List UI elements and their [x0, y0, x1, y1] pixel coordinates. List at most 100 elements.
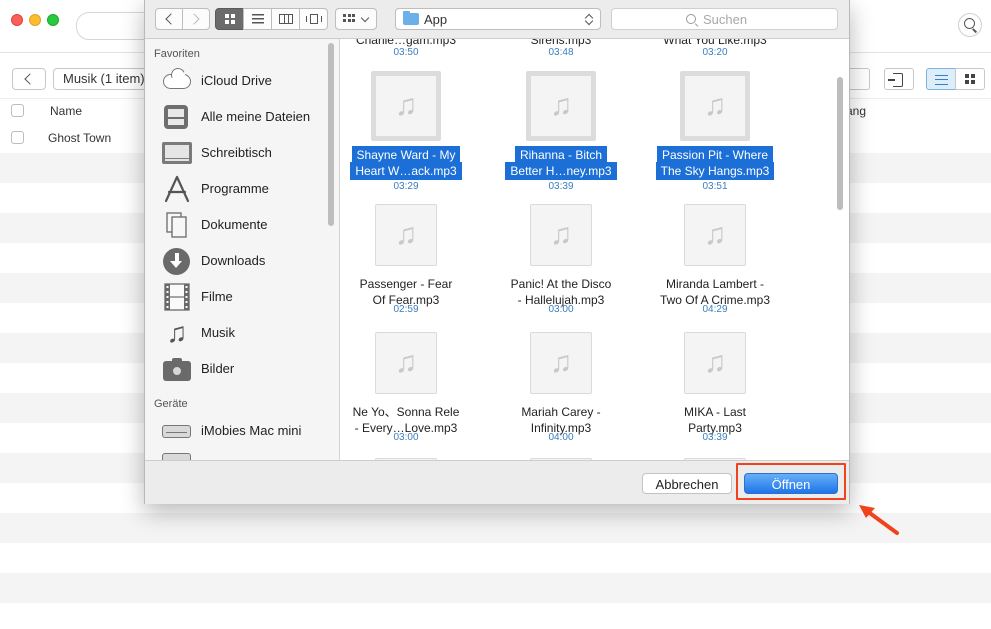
chevron-down-icon	[360, 13, 370, 23]
music-note-icon: ♫	[549, 89, 573, 122]
file-item-partial[interactable]: Charlie…gam.mp3 03:50	[340, 39, 476, 63]
file-duration: 03:20	[702, 47, 728, 58]
window-close-button[interactable]	[11, 14, 23, 26]
sidebar-item-music[interactable]: ♫ Musik	[161, 318, 331, 348]
sidebar-item-applications[interactable]: Programme	[161, 174, 331, 204]
app-back-button[interactable]	[12, 68, 46, 90]
sidebar-item-label: Musik	[201, 325, 235, 340]
applications-icon	[161, 175, 193, 203]
music-note-icon: ♫	[549, 218, 573, 251]
dialog-toolbar: App Suchen	[145, 0, 849, 39]
file-item[interactable]: ♫ Panic! At the Disco - Hallelujah.mp3 03…	[491, 204, 631, 324]
list-view-toggle[interactable]	[243, 8, 272, 30]
location-popup[interactable]: App	[395, 8, 601, 30]
file-name: Rihanna - Bitch Better H…ney.mp3	[491, 147, 631, 179]
file-item[interactable]: ♫ Shayne Ward - My Heart W…ack.mp3 03:29	[340, 71, 476, 195]
music-note-icon: ♫	[394, 89, 418, 122]
movies-icon	[161, 283, 193, 311]
open-file-dialog: App Suchen Favoriten iCloud Drive Alle m…	[144, 0, 850, 504]
file-thumbnail: ♫	[680, 71, 750, 141]
list-view-icon	[252, 14, 264, 24]
file-name: Passion Pit - Where The Sky Hangs.mp3	[645, 147, 785, 179]
app-breadcrumb: Musik (1 item)	[53, 68, 153, 90]
open-button-highlight	[736, 463, 846, 500]
cover-flow-button[interactable]	[299, 8, 328, 30]
grid-icon	[965, 74, 975, 84]
file-name: Shayne Ward - My Heart W…ack.mp3	[340, 147, 476, 179]
dialog-sidebar: Favoriten iCloud Drive Alle meine Dateie…	[145, 39, 340, 460]
file-item-partial[interactable]: What You Like.mp3 03:20	[645, 39, 785, 63]
file-duration: 03:50	[393, 47, 419, 58]
arrange-button[interactable]	[335, 8, 377, 30]
music-icon: ♫	[166, 317, 188, 348]
sidebar-item-partial[interactable]	[161, 448, 331, 460]
window-zoom-button[interactable]	[47, 14, 59, 26]
window-minimize-button[interactable]	[29, 14, 41, 26]
file-thumbnail: ♫	[684, 204, 746, 266]
search-icon	[686, 14, 696, 24]
nav-forward-button[interactable]	[182, 8, 210, 30]
arrange-icon	[343, 14, 355, 24]
file-thumbnail: ♫	[530, 204, 592, 266]
file-thumbnail: ♫	[684, 332, 746, 394]
sidebar-item-downloads[interactable]: Downloads	[161, 246, 331, 276]
sidebar-scrollbar[interactable]	[328, 43, 334, 226]
file-duration: 03:51	[702, 181, 728, 192]
sidebar-item-label: Dokumente	[201, 217, 268, 232]
row-checkbox[interactable]	[11, 131, 24, 144]
cancel-button[interactable]: Abbrechen	[642, 473, 732, 494]
file-name: Sirens.mp3	[530, 39, 592, 47]
table-row	[0, 603, 991, 629]
file-duration: 03:48	[548, 47, 574, 58]
search-placeholder: Suchen	[703, 12, 748, 27]
sidebar-item-mac-mini[interactable]: iMobies Mac mini	[161, 416, 331, 446]
nav-back-button[interactable]	[155, 8, 183, 30]
select-all-checkbox[interactable]	[11, 104, 24, 117]
import-button[interactable]	[884, 68, 914, 90]
file-item-partial[interactable]: Sirens.mp3 03:48	[491, 39, 631, 63]
row-name: Ghost Town	[48, 131, 112, 145]
mac-mini-icon	[161, 417, 193, 445]
file-item[interactable]: ♫ Rihanna - Bitch Better H…ney.mp3 03:39	[491, 71, 631, 195]
file-thumbnail: ♫	[526, 71, 596, 141]
icon-view-button[interactable]	[215, 8, 244, 30]
folder-icon	[403, 11, 419, 25]
file-item[interactable]: ♫ Miranda Lambert - Two Of A Crime.mp3 04…	[645, 204, 785, 324]
app-search-icon[interactable]	[958, 13, 982, 37]
column-view-button[interactable]	[271, 8, 300, 30]
file-item[interactable]: ♫ Passion Pit - Where The Sky Hangs.mp3 0…	[645, 71, 785, 195]
file-duration: 03:29	[393, 181, 419, 192]
file-duration: 03:00	[548, 304, 574, 315]
file-scrollbar[interactable]	[837, 77, 843, 210]
favorites-header: Favoriten	[154, 48, 200, 60]
device-icon	[161, 449, 193, 460]
table-row	[0, 543, 991, 573]
documents-icon	[161, 211, 193, 239]
music-note-icon: ♫	[703, 89, 727, 122]
file-item[interactable]: ♫ Passenger - Fear Of Fear.mp3 02:59	[340, 204, 476, 324]
file-item[interactable]: ♫ Ne Yo、Sonna Rele - Every…Love.mp3 03:00	[340, 332, 476, 452]
sidebar-item-all-files[interactable]: Alle meine Dateien	[161, 102, 331, 132]
file-duration: 03:39	[702, 432, 728, 443]
sidebar-item-label: iMobies Mac mini	[201, 423, 302, 438]
devices-header: Geräte	[154, 398, 188, 410]
sidebar-item-pictures[interactable]: Bilder	[161, 354, 331, 384]
sidebar-item-icloud-drive[interactable]: iCloud Drive	[161, 66, 331, 96]
file-item[interactable]: ♫ Mariah Carey - Infinity.mp3 04:00	[491, 332, 631, 452]
column-name[interactable]: Name	[50, 104, 82, 118]
file-duration: 04:00	[548, 432, 574, 443]
file-item[interactable]: ♫ MIKA - Last Party.mp3 03:39	[645, 332, 785, 452]
sidebar-item-documents[interactable]: Dokumente	[161, 210, 331, 240]
sidebar-item-label: Filme	[201, 289, 233, 304]
file-duration: 03:39	[548, 181, 574, 192]
grid-view-button[interactable]	[955, 68, 985, 90]
sidebar-item-movies[interactable]: Filme	[161, 282, 331, 312]
file-thumbnail: ♫	[375, 204, 437, 266]
pointer-arrow-icon	[859, 505, 899, 535]
sidebar-item-desktop[interactable]: Schreibtisch	[161, 138, 331, 168]
list-view-button[interactable]	[926, 68, 956, 90]
downloads-icon	[161, 247, 193, 275]
list-icon	[935, 75, 948, 85]
cover-flow-icon	[306, 14, 322, 24]
dialog-search-field[interactable]: Suchen	[611, 8, 838, 30]
